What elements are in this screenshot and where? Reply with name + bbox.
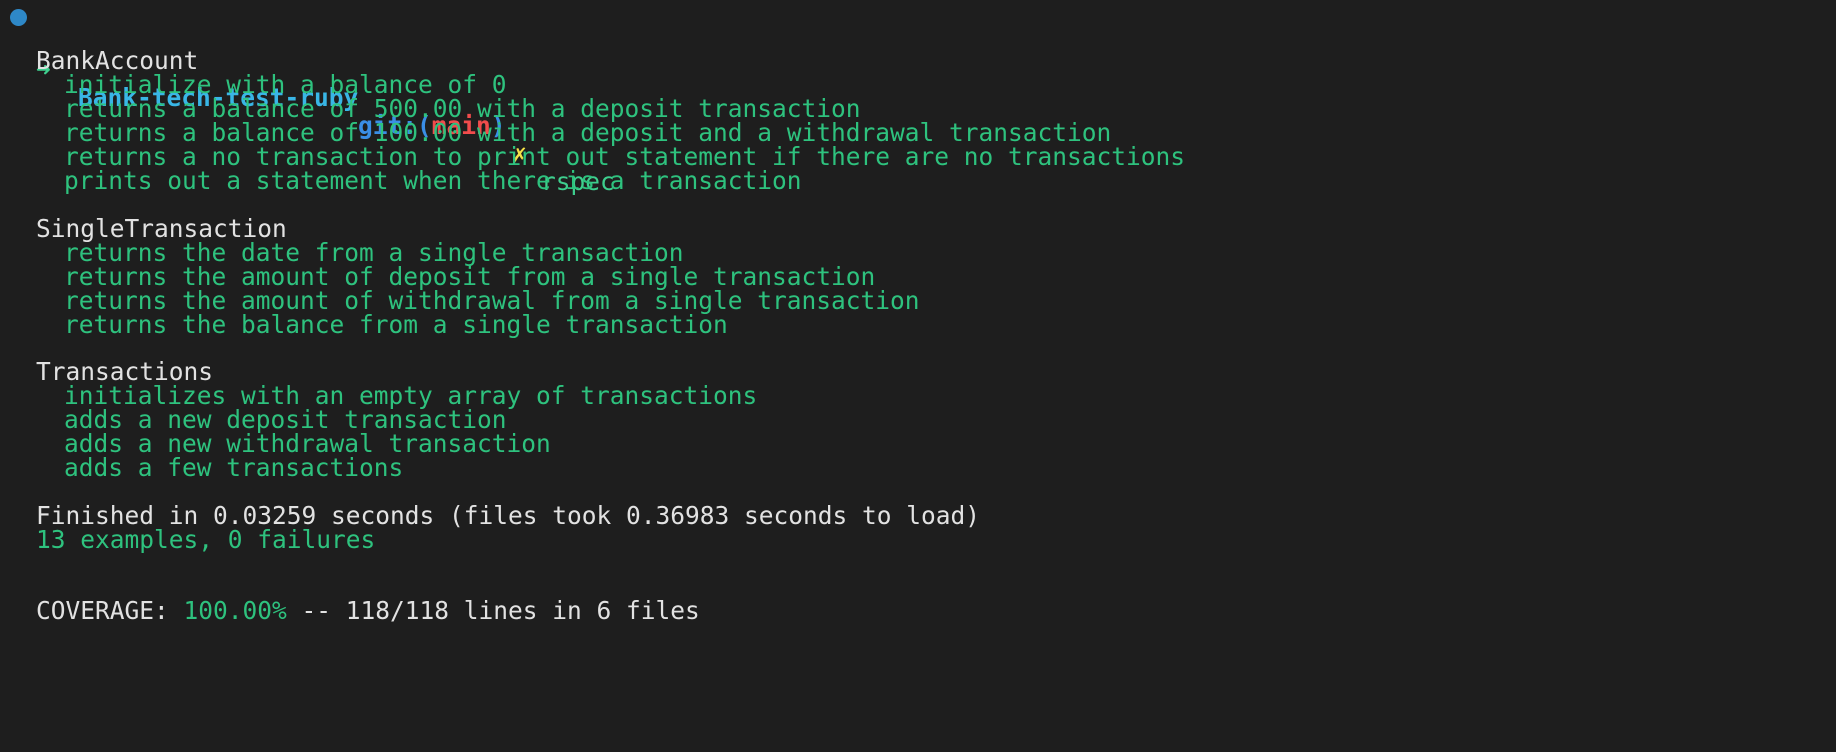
- coverage-details: -- 118/118 lines in 6 files: [286, 596, 700, 625]
- terminal-window: ➜ Bank-tech-test-ruby git:(main) ✗ rspec…: [0, 0, 1836, 752]
- status-dot-icon: [10, 9, 27, 26]
- spec-example: adds a few transactions: [64, 453, 404, 482]
- spec-example: prints out a statement when there is a t…: [64, 166, 802, 195]
- prompt-line: ➜ Bank-tech-test-ruby git:(main) ✗ rspec: [0, 0, 615, 196]
- coverage-line: COVERAGE: 100.00% -- 118/118 lines in 6 …: [36, 597, 700, 625]
- examples-summary: 13 examples, 0 failures: [36, 525, 376, 554]
- spec-example: returns the balance from a single transa…: [64, 310, 728, 339]
- coverage-label: COVERAGE:: [36, 596, 184, 625]
- coverage-percent: 100.00%: [183, 596, 287, 625]
